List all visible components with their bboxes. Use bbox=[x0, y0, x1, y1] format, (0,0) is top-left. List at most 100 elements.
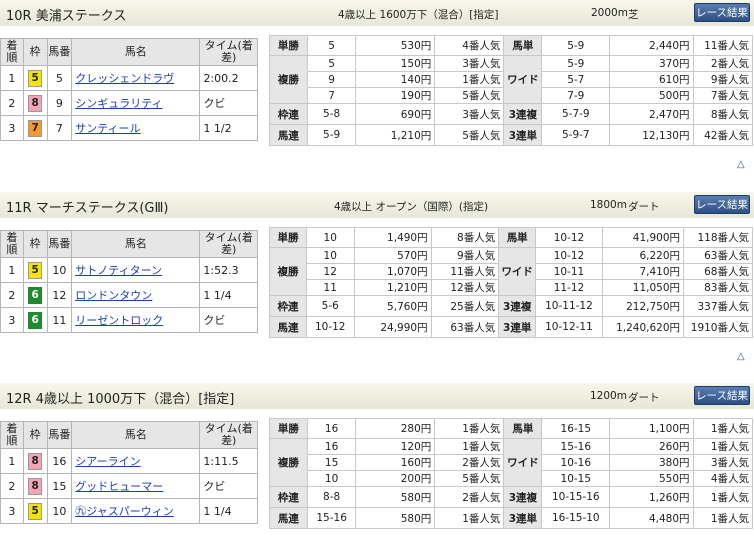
combo-cell: 5-8 bbox=[306, 103, 357, 125]
horse-link[interactable]: グッドヒューマー bbox=[75, 480, 163, 493]
combo-cell: 16-15-10 bbox=[541, 507, 611, 529]
horse-link[interactable]: シアーライン bbox=[75, 455, 140, 468]
horse-link[interactable]: シンギュラリティ bbox=[75, 97, 162, 110]
rank-cell: 1 bbox=[0, 448, 24, 474]
table-row: 3 6 11 リーゼントロック クビ bbox=[0, 307, 258, 333]
waku-badge: 8 bbox=[28, 94, 43, 112]
amount-cell: 2,470円 bbox=[609, 103, 694, 125]
waku-badge: 6 bbox=[28, 311, 43, 329]
col-horse: 馬名 bbox=[71, 421, 201, 449]
combo-cell: 8-8 bbox=[306, 486, 357, 508]
popularity-cell: 2番人気 bbox=[434, 454, 505, 471]
rank-cell: 2 bbox=[0, 473, 24, 499]
col-rank: 着順 bbox=[0, 38, 24, 66]
combo-cell: 5-9 bbox=[541, 55, 611, 72]
col-umaban: 馬番 bbox=[46, 38, 73, 66]
popularity-cell: 1番人気 bbox=[434, 438, 505, 455]
time-cell: 1:11.5 bbox=[199, 448, 258, 474]
time-cell: クビ bbox=[199, 90, 258, 116]
race-title: 11R マーチステークス(GⅢ) bbox=[6, 201, 169, 216]
amount-cell: 500円 bbox=[609, 87, 694, 104]
combo-cell: 10-12 bbox=[535, 227, 603, 248]
time-cell: 2:00.2 bbox=[199, 65, 258, 91]
popularity-cell: 3番人気 bbox=[434, 55, 505, 72]
popularity-cell: 1番人気 bbox=[692, 507, 753, 529]
amount-cell: 12,130円 bbox=[609, 124, 694, 146]
horse-link[interactable]: サンティール bbox=[75, 122, 140, 135]
race-result-button[interactable]: レース結果 bbox=[694, 195, 750, 214]
table-row: 3 7 7 サンティール 1 1/2 bbox=[0, 115, 258, 141]
col-waku: 枠 bbox=[22, 38, 48, 66]
bet-type-label: 3連複 bbox=[503, 103, 543, 125]
combo-cell: 16-15 bbox=[541, 418, 611, 439]
umaban-cell: 10 bbox=[46, 257, 73, 283]
table-row: 2 8 15 グッドヒューマー クビ bbox=[0, 473, 258, 499]
waku-badge: 8 bbox=[28, 477, 43, 495]
scroll-top-icon[interactable]: △ bbox=[737, 159, 745, 170]
amount-cell: 280円 bbox=[355, 418, 436, 439]
umaban-cell: 5 bbox=[46, 65, 73, 91]
table-row: 2 6 12 ロンドンタウン 1 1/4 bbox=[0, 282, 258, 308]
payout-row: 枠連 5-8 690円 3番人気 3連複 5-7-9 2,470円 8番人気 bbox=[269, 103, 753, 125]
bet-type-label: ワイド bbox=[503, 438, 543, 487]
scroll-top-icon[interactable]: △ bbox=[737, 351, 745, 362]
waku-cell: 8 bbox=[22, 90, 48, 116]
horse-link[interactable]: サトノティターン bbox=[75, 264, 162, 277]
race-section: 10R 美浦ステークス 4歳以上 1600万下（混合）[指定] 2000m 芝 レース結… bbox=[0, 0, 754, 170]
combo-cell: 10-15 bbox=[541, 470, 611, 487]
amount-cell: 580円 bbox=[355, 486, 436, 508]
amount-cell: 1,210円 bbox=[355, 124, 436, 146]
combo-cell: 12 bbox=[305, 263, 355, 280]
payout-row: 馬連 10-12 24,990円 63番人気 3連単 10-12-11 1,240,620円… bbox=[269, 316, 753, 338]
payout-row: 枠連 5-6 5,760円 25番人気 3連複 10-11-12 212,750円 337番人… bbox=[269, 295, 753, 317]
table-row: 1 5 10 サトノティターン 1:52.3 bbox=[0, 257, 258, 283]
horse-link[interactable]: クレッシェンドラヴ bbox=[75, 72, 174, 85]
combo-cell: 10-12-11 bbox=[535, 316, 603, 338]
popularity-cell: 11番人気 bbox=[692, 35, 753, 56]
waku-cell: 5 bbox=[22, 498, 48, 524]
payout-row: 単勝 5 530円 4番人気 馬単 5-9 2,440円 11番人気 bbox=[269, 35, 753, 56]
combo-cell: 10-15-16 bbox=[541, 486, 611, 508]
rank-cell: 1 bbox=[0, 65, 24, 91]
race-result-button[interactable]: レース結果 bbox=[694, 386, 750, 405]
bet-type-label: 馬連 bbox=[269, 507, 308, 529]
col-horse: 馬名 bbox=[71, 38, 201, 66]
combo-cell: 5-6 bbox=[305, 295, 355, 317]
race-section: 12R 4歳以上 1000万下（混合）[指定] 1200m ダート レース結果 着順枠馬… bbox=[0, 383, 754, 533]
combo-cell: 5-9-7 bbox=[541, 124, 611, 146]
waku-cell: 8 bbox=[22, 473, 48, 499]
time-cell: 1:52.3 bbox=[199, 257, 258, 283]
payout-row: 複勝 16 120円 1番人気 ワイド 15-16 260円 1番人気 bbox=[269, 438, 753, 487]
amount-cell: 550円 bbox=[609, 470, 694, 487]
col-time: タイム(着差) bbox=[199, 421, 258, 449]
bet-type-label: 3連複 bbox=[498, 295, 537, 317]
amount-cell: 120円 bbox=[355, 438, 436, 455]
popularity-cell: 68番人気 bbox=[683, 263, 753, 280]
race-result-button[interactable]: レース結果 bbox=[694, 3, 750, 22]
bet-type-label: 3連単 bbox=[503, 507, 543, 529]
popularity-cell: 2番人気 bbox=[692, 55, 753, 72]
popularity-cell: 5番人気 bbox=[434, 87, 505, 104]
horse-link[interactable]: リーゼントロック bbox=[75, 314, 163, 327]
amount-cell: 190円 bbox=[355, 87, 436, 104]
time-cell: 1 1/4 bbox=[199, 282, 258, 308]
popularity-cell: 1番人気 bbox=[692, 438, 753, 455]
popularity-cell: 12番人気 bbox=[430, 279, 500, 296]
bet-type-label: 複勝 bbox=[269, 438, 308, 487]
waku-badge: 6 bbox=[28, 286, 43, 304]
umaban-cell: 12 bbox=[46, 282, 73, 308]
bet-type-label: 3連複 bbox=[503, 486, 543, 508]
horse-cell: リーゼントロック bbox=[71, 307, 201, 333]
payout-row: 枠連 8-8 580円 2番人気 3連複 10-15-16 1,260円 1番人気 bbox=[269, 486, 753, 508]
horse-link[interactable]: ㊈ジャスパーウィン bbox=[75, 505, 173, 518]
horse-link[interactable]: ロンドンタウン bbox=[75, 289, 152, 302]
col-umaban: 馬番 bbox=[46, 230, 73, 258]
combo-cell: 5-9 bbox=[306, 124, 357, 146]
payout-row: 馬連 15-16 580円 1番人気 3連単 16-15-10 4,480円 1番人気 bbox=[269, 507, 753, 529]
amount-cell: 212,750円 bbox=[601, 295, 685, 317]
combo-cell: 5-7 bbox=[541, 71, 611, 88]
amount-cell: 6,220円 bbox=[601, 247, 685, 264]
race-distance: 1800m bbox=[590, 199, 627, 211]
bet-type-label: 馬単 bbox=[503, 418, 543, 439]
combo-cell: 10-16 bbox=[541, 454, 611, 471]
